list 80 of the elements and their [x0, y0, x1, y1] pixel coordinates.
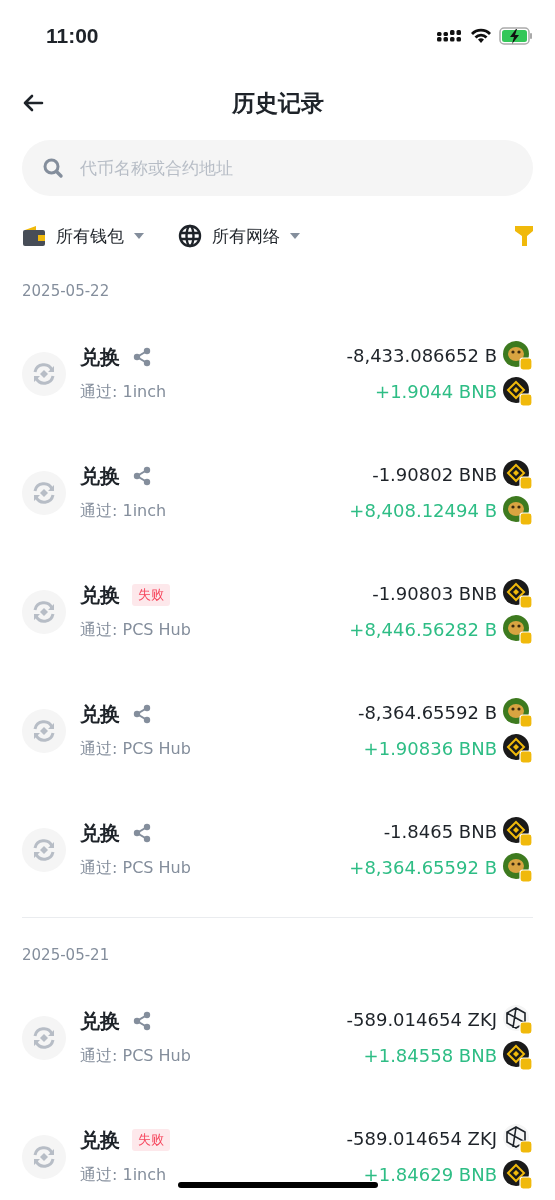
amount: +1.9044 BNB — [375, 381, 497, 402]
amount: -1.90802 BNB — [372, 464, 497, 485]
filter-dropdown[interactable]: 所有钱包 — [56, 224, 124, 248]
status-time: 11:00 — [46, 24, 99, 48]
swap-icon — [22, 1134, 66, 1179]
token-icon — [503, 733, 533, 764]
transaction-row[interactable]: 兑换 通过: 1inch -8,433.086652 B +1.9044 BNB — [0, 314, 555, 433]
status-tag: 失败 — [132, 1129, 170, 1151]
swap-icon — [22, 589, 66, 634]
token-icon — [503, 697, 533, 728]
token-icon — [503, 614, 533, 645]
transaction-type: 兑换 — [80, 581, 120, 609]
token-icon — [503, 1004, 533, 1035]
amount: -8,433.086652 B — [346, 345, 497, 366]
share-icon[interactable] — [132, 823, 152, 843]
transaction-row[interactable]: 兑换 通过: 1inch -1.90802 BNB +8,408.12494 B — [0, 433, 555, 552]
transaction-type: 兑换 — [80, 343, 120, 371]
wifi-icon — [470, 28, 492, 44]
swap-icon — [22, 827, 66, 872]
amount: -1.90803 BNB — [372, 583, 497, 604]
globe-icon — [178, 224, 202, 248]
amount: -8,364.65592 B — [357, 702, 497, 723]
filter-dropdown[interactable]: 所有网络 — [212, 224, 280, 248]
search-bar[interactable]: 代币名称或合约地址 — [22, 140, 533, 196]
swap-icon — [22, 351, 66, 396]
amount: -1.8465 BNB — [383, 821, 497, 842]
token-icon — [503, 578, 533, 609]
transaction-type: 兑换 — [80, 462, 120, 490]
route-label: 通过: 1inch — [80, 1165, 168, 1186]
token-icon — [503, 1040, 533, 1071]
share-icon[interactable] — [132, 466, 152, 486]
token-icon — [503, 376, 533, 407]
token-icon — [503, 495, 533, 526]
signal-icon — [437, 28, 463, 44]
share-icon[interactable] — [132, 704, 152, 724]
token-icon — [503, 816, 533, 847]
transaction-row[interactable]: 兑换 通过: PCS Hub -589.014654 ZKJ +1.84558 BNB — [0, 978, 555, 1097]
token-icon — [503, 1159, 533, 1190]
filter-icon[interactable] — [515, 226, 533, 246]
token-icon — [503, 1123, 533, 1154]
transaction-type: 兑换 — [80, 1007, 120, 1035]
date-heading: 2025-05-21 — [21, 945, 111, 966]
swap-icon — [22, 470, 66, 515]
back-arrow-icon[interactable] — [22, 94, 44, 112]
route-label: 通过: PCS Hub — [80, 1046, 191, 1067]
transaction-row[interactable]: 兑换 通过: PCS Hub -8,364.65592 B +1.90836 BNB — [0, 671, 555, 790]
transaction-type: 兑换 — [80, 819, 120, 847]
transaction-row[interactable]: 兑换 通过: PCS Hub -1.8465 BNB +8,364.65592 B — [0, 790, 555, 909]
swap-icon — [22, 1015, 66, 1060]
share-icon[interactable] — [132, 347, 152, 367]
page-title: 历史记录 — [231, 88, 324, 118]
status-tag: 失败 — [132, 584, 170, 606]
transaction-type: 兑换 — [80, 700, 120, 728]
amount: +8,364.65592 B — [349, 857, 497, 878]
date-heading: 2025-05-22 — [21, 281, 111, 302]
search-field[interactable]: 代币名称或合约地址 — [78, 157, 513, 179]
search-icon — [42, 157, 64, 179]
amount: +8,408.12494 B — [349, 500, 497, 521]
amount: +1.90836 BNB — [363, 738, 497, 759]
route-label: 通过: PCS Hub — [80, 620, 191, 641]
route-label: 通过: PCS Hub — [80, 739, 191, 760]
token-icon — [503, 459, 533, 490]
amount: +1.84558 BNB — [363, 1045, 497, 1066]
transaction-type: 兑换 — [80, 1126, 120, 1154]
route-label: 通过: 1inch — [80, 501, 167, 522]
swap-icon — [22, 708, 66, 753]
caret-icon — [290, 233, 300, 239]
token-icon — [503, 340, 533, 371]
amount: -589.014654 ZKJ — [346, 1128, 497, 1149]
route-label: 通过: PCS Hub — [80, 858, 191, 879]
route-label: 通过: 1inch — [80, 382, 167, 403]
caret-icon — [134, 233, 144, 239]
amount: +8,446.56282 B — [349, 619, 497, 640]
token-icon — [503, 852, 533, 883]
transaction-row[interactable]: 兑换 失败 通过: PCS Hub -1.90803 BNB +8,446.56282 B — [0, 552, 555, 671]
amount: -589.014654 ZKJ — [346, 1009, 497, 1030]
amount: +1.84629 BNB — [363, 1164, 497, 1185]
share-icon[interactable] — [132, 1011, 152, 1031]
battery-icon — [499, 27, 533, 45]
wallet-icon — [22, 225, 46, 247]
